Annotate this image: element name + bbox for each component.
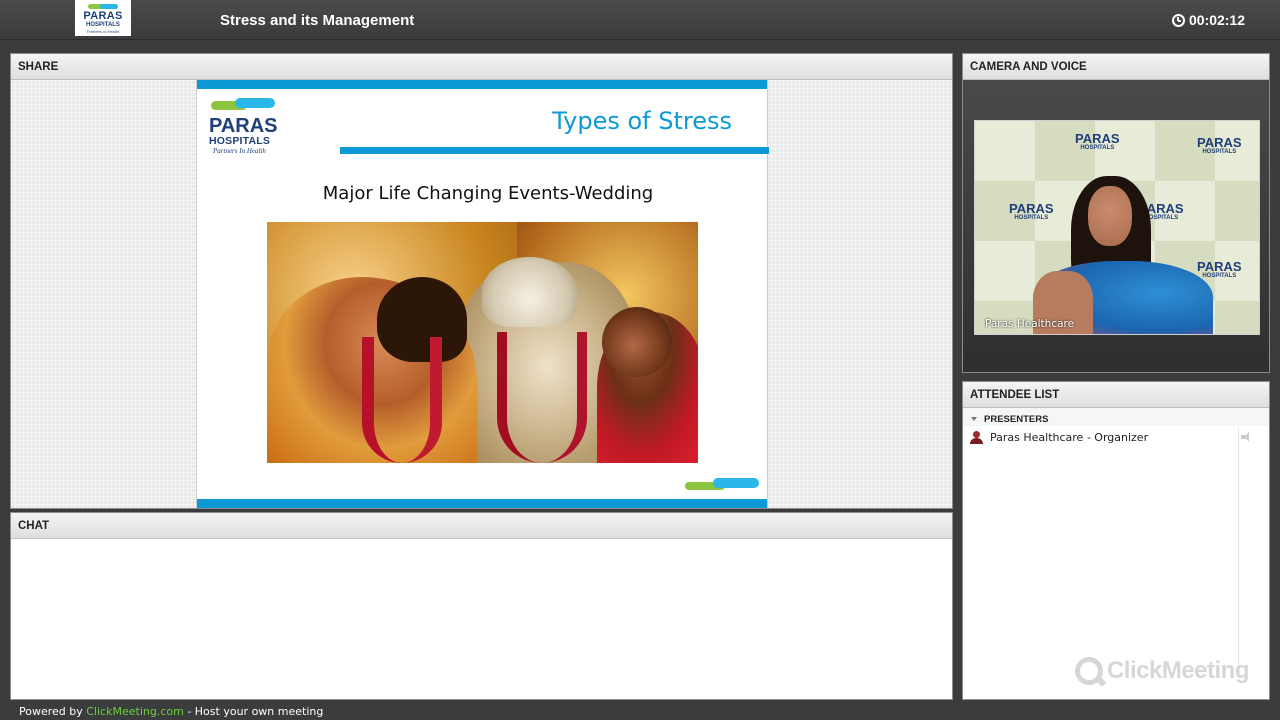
clock-icon: [1171, 13, 1185, 27]
logo-name: PARAS: [83, 9, 123, 22]
paras-hands-icon: [209, 96, 277, 116]
presenters-group-toggle[interactable]: PRESENTERS: [963, 408, 1269, 426]
slide-logo: PARAS HOSPITALS Partners In Health: [209, 96, 279, 160]
footer-prefix: Powered by: [19, 705, 87, 718]
speaker-icon[interactable]: [1241, 432, 1253, 442]
share-panel-title: SHARE: [11, 54, 952, 80]
slide-title-underline: [340, 147, 769, 154]
slide-top-stripe: [197, 80, 767, 89]
collapse-triangle-icon: [971, 417, 977, 421]
paras-hands-icon: [86, 3, 120, 11]
camera-panel-title: CAMERA AND VOICE: [963, 54, 1269, 80]
timer-value: 00:02:12: [1188, 12, 1245, 28]
logo-sub: HOSPITALS: [86, 21, 120, 28]
slide-subtitle: Major Life Changing Events-Wedding: [322, 183, 654, 204]
slide-title: Types of Stress: [552, 107, 732, 135]
clickmeeting-brand-text: ClickMeeting: [1106, 657, 1250, 684]
meeting-timer: 00:02:12: [1171, 12, 1245, 28]
wedding-photo: [267, 222, 698, 463]
slide-footer-logo-icon: [685, 476, 761, 494]
logo-tagline: Partners In Health: [86, 28, 120, 34]
footer-powered-by: Powered by ClickMeeting.com - Host your …: [19, 705, 323, 718]
slide-logo-sub: HOSPITALS: [209, 135, 271, 147]
attendee-row[interactable]: Paras Healthcare - Organizer: [963, 426, 1269, 448]
chat-panel-title: CHAT: [11, 513, 952, 539]
camera-panel: CAMERA AND VOICE PARAS HOSPITALS PARAS HOS…: [962, 53, 1270, 373]
clickmeeting-logo-icon: [1074, 657, 1103, 685]
webcam-video[interactable]: PARAS HOSPITALS PARAS HOSPITALS PARAS HOSPI…: [974, 120, 1260, 335]
camera-area: PARAS HOSPITALS PARAS HOSPITALS PARAS HOSPI…: [963, 80, 1269, 372]
attendee-name: Paras Healthcare - Organizer: [990, 430, 1149, 444]
chat-messages-area[interactable]: [11, 539, 952, 699]
attendee-list-panel: ATTENDEE LIST PRESENTERS Paras Healthcar…: [962, 381, 1270, 700]
clickmeeting-watermark: ClickMeeting: [1074, 657, 1250, 685]
attendee-list-title: ATTENDEE LIST: [963, 382, 1269, 408]
presentation-slide: PARAS HOSPITALS Partners In Health Types…: [196, 80, 769, 508]
slide-logo-name: PARAS: [209, 115, 278, 137]
presenters-group-label: PRESENTERS: [984, 413, 1049, 425]
meeting-title: Stress and its Management: [220, 12, 415, 29]
share-area: PARAS HOSPITALS Partners In Health Types…: [11, 80, 952, 508]
slide-logo-tagline: Partners In Health: [213, 147, 266, 155]
presenter-person: [1033, 176, 1213, 334]
paras-hospitals-logo: PARAS HOSPITALS Partners In Health: [75, 0, 131, 36]
backdrop-logo: PARAS HOSPITALS: [1197, 135, 1242, 155]
video-participant-name: Paras Healthcare: [985, 318, 1075, 330]
slide-bottom-stripe: [197, 499, 767, 508]
attendee-list-scrollbar[interactable]: [1238, 428, 1239, 668]
backdrop-logo: PARAS HOSPITALS: [1075, 131, 1120, 151]
user-icon: [970, 430, 983, 444]
share-panel: SHARE PARAS HOSPITALS Partners In Health…: [10, 53, 953, 509]
chat-panel: CHAT: [10, 512, 953, 700]
footer-suffix: - Host your own meeting: [183, 705, 324, 718]
clickmeeting-link[interactable]: ClickMeeting.com: [86, 705, 184, 718]
top-bar: PARAS HOSPITALS Partners In Health Stres…: [0, 0, 1280, 40]
